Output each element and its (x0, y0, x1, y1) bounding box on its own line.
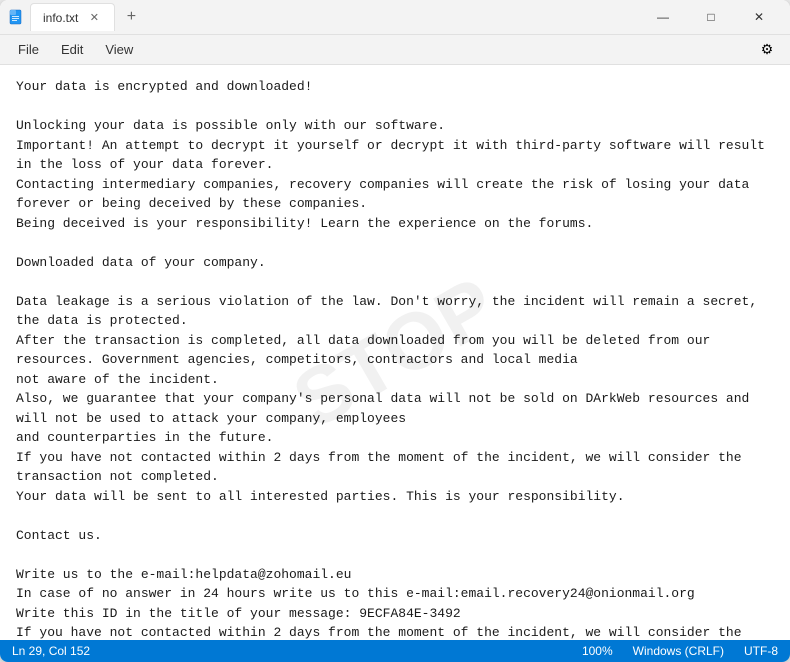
menu-edit[interactable]: Edit (51, 38, 93, 61)
settings-button[interactable]: ⚙ (752, 36, 782, 64)
status-bar-right: 100% Windows (CRLF) UTF-8 (582, 644, 778, 658)
menu-file[interactable]: File (8, 38, 49, 61)
tab-title: info.txt (43, 11, 78, 25)
maximize-button[interactable]: □ (688, 1, 734, 33)
window-controls: — □ ✕ (640, 1, 782, 33)
active-tab[interactable]: info.txt ✕ (30, 3, 115, 31)
new-tab-button[interactable]: + (117, 3, 145, 31)
title-bar-left: info.txt ✕ + (8, 3, 640, 31)
settings-icon: ⚙ (761, 41, 774, 58)
encoding[interactable]: UTF-8 (744, 644, 778, 658)
menu-view[interactable]: View (95, 38, 143, 61)
zoom-level[interactable]: 100% (582, 644, 613, 658)
close-button[interactable]: ✕ (736, 1, 782, 33)
document-text[interactable]: Your data is encrypted and downloaded! U… (16, 77, 774, 640)
tab-close-button[interactable]: ✕ (86, 10, 102, 26)
tab-area: info.txt ✕ + (30, 3, 145, 31)
menu-bar: File Edit View ⚙ (0, 35, 790, 65)
cursor-position[interactable]: Ln 29, Col 152 (12, 644, 90, 658)
text-content-area[interactable]: STOP Your data is encrypted and download… (0, 65, 790, 640)
document-content: Your data is encrypted and downloaded! U… (16, 77, 774, 640)
notepad-window: info.txt ✕ + — □ ✕ File Edit View ⚙ STOP… (0, 0, 790, 662)
window-icon (8, 9, 24, 25)
title-bar: info.txt ✕ + — □ ✕ (0, 0, 790, 35)
status-bar: Ln 29, Col 152 100% Windows (CRLF) UTF-8 (0, 640, 790, 662)
line-ending[interactable]: Windows (CRLF) (633, 644, 724, 658)
minimize-button[interactable]: — (640, 1, 686, 33)
